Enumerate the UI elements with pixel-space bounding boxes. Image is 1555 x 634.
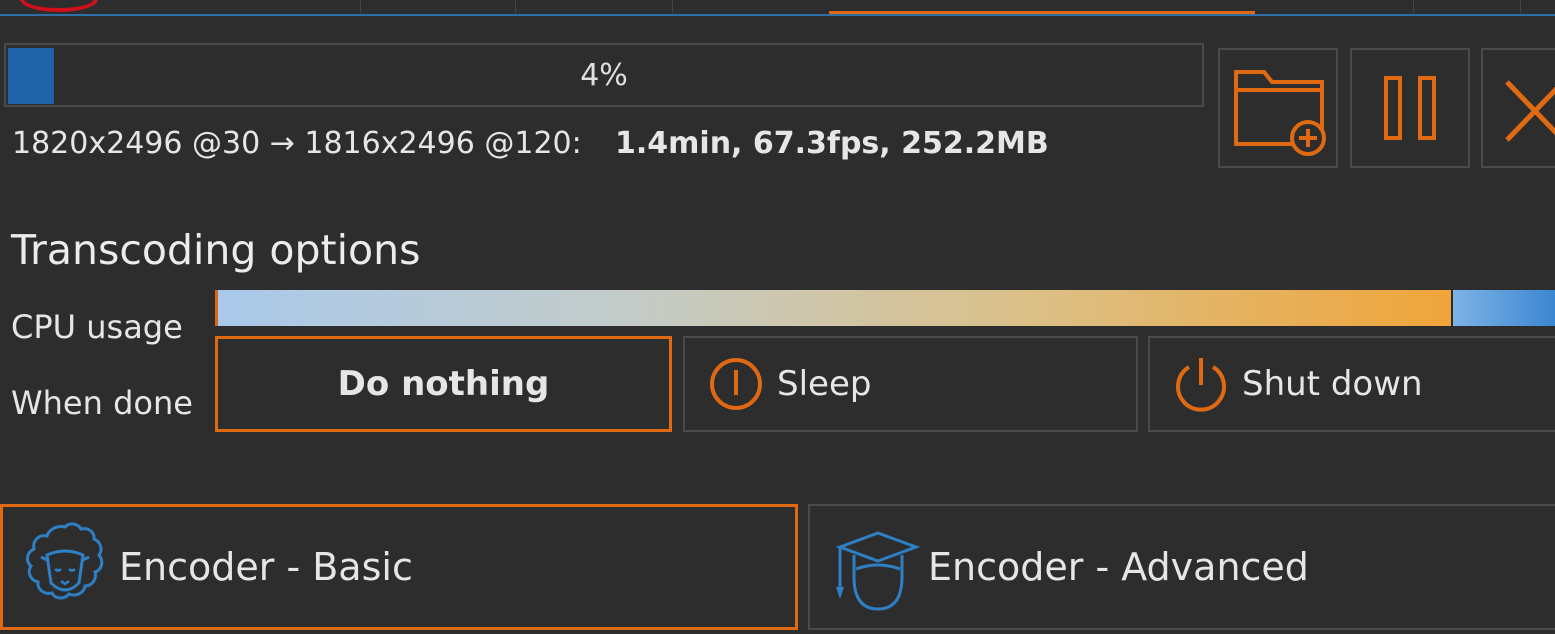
tab-strip (0, 0, 1555, 16)
sleep-label: Sleep (777, 364, 872, 404)
progress-percent: 4% (580, 57, 628, 93)
encoder-basic-tab[interactable]: Encoder - Basic (0, 504, 798, 630)
tab-separator (672, 0, 673, 13)
pause-button[interactable] (1350, 48, 1470, 168)
power-icon (1176, 358, 1226, 412)
encoder-advanced-tab[interactable]: Encoder - Advanced (808, 504, 1555, 630)
do-nothing-label: Do nothing (337, 364, 550, 404)
when-done-label: When done (11, 384, 193, 422)
transcoding-options-title: Transcoding options (11, 226, 421, 274)
folder-add-icon (1234, 70, 1326, 156)
tab-separator (1413, 0, 1414, 13)
add-to-folder-button[interactable] (1218, 48, 1338, 168)
tab-separator (1520, 0, 1521, 13)
encoder-basic-label: Encoder - Basic (119, 545, 413, 589)
pause-icon (1384, 76, 1436, 140)
cpu-usage-label: CPU usage (11, 308, 183, 346)
do-nothing-button[interactable]: Do nothing (215, 336, 672, 432)
close-icon (1505, 80, 1555, 142)
job-stats: 1.4min, 67.3fps, 252.2MB (615, 126, 1049, 161)
sleep-icon (710, 358, 762, 410)
encoder-advanced-label: Encoder - Advanced (928, 545, 1309, 589)
sheep-icon (25, 522, 104, 600)
job-info: 1820x2496 @30 → 1816x2496 @120: 1.4min, … (12, 126, 1049, 161)
shut-down-label: Shut down (1242, 364, 1423, 404)
tab-separator (360, 0, 361, 13)
app-logo (20, 0, 98, 12)
cpu-usage-slider[interactable] (215, 290, 1555, 326)
tab-strip-underline (0, 14, 1555, 16)
cancel-button[interactable] (1481, 48, 1555, 168)
sleep-button[interactable]: Sleep (683, 336, 1138, 432)
graduate-icon (835, 531, 921, 611)
shut-down-button[interactable]: Shut down (1148, 336, 1555, 432)
tab-separator (515, 0, 516, 13)
conversion-text: 1820x2496 @30 → 1816x2496 @120: (12, 126, 582, 161)
progress-bar: 4% (4, 43, 1204, 107)
cpu-slider-handle[interactable] (1451, 290, 1555, 326)
cpu-slider-start (215, 290, 218, 326)
